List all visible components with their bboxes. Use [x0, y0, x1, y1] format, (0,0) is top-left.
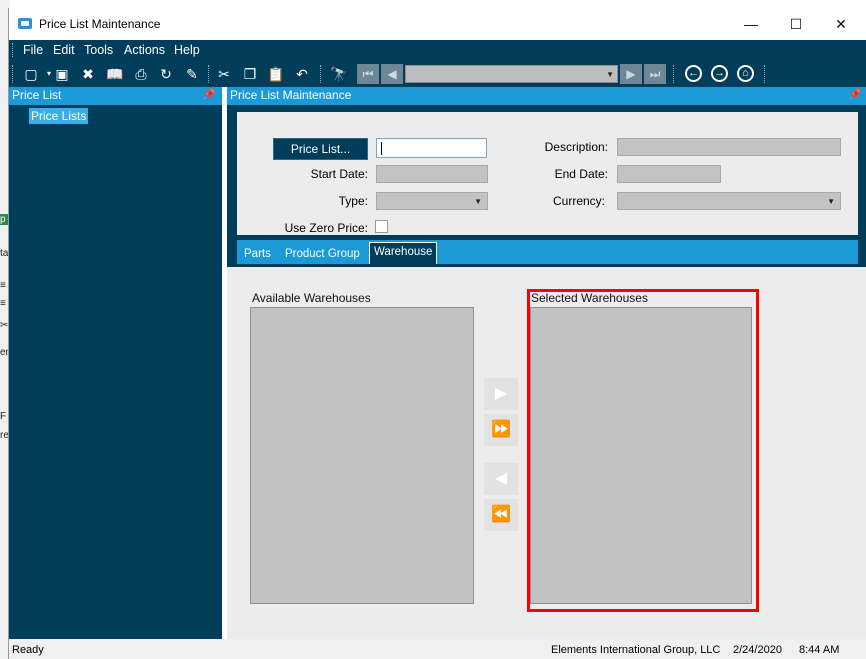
left-panel: Price List 📌 Price Lists: [9, 87, 222, 639]
refresh-icon[interactable]: ↻: [156, 64, 176, 84]
app-icon: [18, 18, 32, 29]
background-fragment: ≡: [0, 298, 6, 309]
home-icon[interactable]: ⌂: [737, 65, 754, 82]
title-bar: Price List Maintenance — ☐ ✕: [9, 8, 866, 40]
book-icon[interactable]: 📖: [105, 64, 125, 84]
use-zero-price-label: Use Zero Price:: [284, 221, 368, 235]
chevron-down-icon: ▼: [474, 197, 482, 206]
tab-bar: Parts Product Group Warehouse: [237, 240, 858, 264]
description-label: Description:: [544, 140, 608, 154]
toolbar-grip[interactable]: [12, 65, 14, 83]
app-window: Price List Maintenance — ☐ ✕ File Edit T…: [8, 8, 866, 659]
menu-grip[interactable]: [12, 43, 14, 57]
currency-select[interactable]: ▼: [617, 192, 841, 210]
tab-product-group[interactable]: Product Group: [285, 248, 360, 260]
available-warehouses-label: Available Warehouses: [252, 291, 371, 305]
forward-icon[interactable]: →: [711, 65, 728, 82]
tree-item-price-lists[interactable]: Price Lists: [29, 108, 89, 124]
undo-icon[interactable]: ↶: [292, 64, 312, 84]
close-button[interactable]: ✕: [819, 8, 863, 40]
last-record-icon[interactable]: ⏭: [644, 64, 666, 84]
menu-edit[interactable]: Edit: [53, 43, 75, 57]
currency-label: Currency:: [552, 194, 605, 208]
pin-icon[interactable]: 📌: [848, 87, 862, 104]
right-panel-title: Price List Maintenance: [230, 88, 352, 102]
toolbar-separator: [208, 65, 209, 83]
toolbar-separator: [764, 65, 765, 83]
chevron-down-icon: ▼: [827, 197, 835, 206]
paste-icon[interactable]: 📋: [266, 64, 286, 84]
background-fragment: ≡: [0, 280, 6, 291]
background-fragment: F: [0, 411, 7, 422]
menu-tools[interactable]: Tools: [84, 43, 113, 57]
maximize-button[interactable]: ☐: [774, 8, 818, 40]
end-date-field[interactable]: [617, 165, 721, 183]
chevron-down-icon: ▼: [606, 70, 614, 79]
status-time: 8:44 AM: [799, 644, 840, 656]
move-all-left-button[interactable]: ⏪: [484, 499, 518, 531]
price-list-button[interactable]: Price List...: [273, 138, 368, 160]
start-date-field[interactable]: [376, 165, 488, 183]
toolbar-separator: [320, 65, 321, 83]
tab-parts[interactable]: Parts: [244, 248, 271, 260]
available-warehouses-list[interactable]: [250, 307, 474, 604]
cut-icon[interactable]: ✂: [214, 64, 234, 84]
use-zero-price-checkbox[interactable]: [375, 220, 388, 233]
status-text: Ready: [12, 644, 44, 656]
window-title: Price List Maintenance: [39, 17, 161, 31]
save-icon[interactable]: ▣: [52, 64, 72, 84]
left-panel-header: Price List 📌: [9, 87, 222, 105]
prev-record-icon[interactable]: ◀: [381, 64, 403, 84]
end-date-label: End Date:: [554, 167, 608, 181]
tab-warehouse[interactable]: Warehouse: [369, 242, 438, 264]
minimize-button[interactable]: —: [729, 8, 773, 40]
search-icon[interactable]: 🔭: [329, 64, 349, 84]
menu-help[interactable]: Help: [174, 43, 200, 57]
header-form: Price List... Start Date: Type: ▼ Use Ze…: [237, 112, 858, 235]
delete-icon[interactable]: ✖: [78, 64, 98, 84]
toolbar-separator: [673, 65, 674, 83]
status-bar: Ready Elements International Group, LLC …: [9, 639, 866, 659]
status-company: Elements International Group, LLC: [551, 644, 721, 656]
type-label: Type:: [338, 194, 368, 208]
background-fragment: p: [0, 214, 8, 225]
highlight-box: [527, 289, 759, 612]
next-record-icon[interactable]: ▶: [620, 64, 642, 84]
new-icon[interactable]: ▢: [21, 64, 41, 84]
record-navigation-combo[interactable]: ▼: [405, 65, 618, 83]
start-date-label: Start Date:: [310, 167, 368, 181]
clear-icon[interactable]: ✎: [182, 64, 202, 84]
price-list-input[interactable]: [376, 138, 487, 158]
menu-file[interactable]: File: [23, 43, 43, 57]
right-panel-header: Price List Maintenance 📌: [227, 87, 866, 105]
first-record-icon[interactable]: ⏮: [357, 64, 379, 84]
move-all-right-button[interactable]: ⏩: [484, 414, 518, 446]
type-select[interactable]: ▼: [376, 192, 488, 210]
menu-actions[interactable]: Actions: [124, 43, 165, 57]
move-right-button[interactable]: ▶: [484, 378, 518, 410]
back-icon[interactable]: ←: [685, 65, 702, 82]
text-caret: [381, 142, 382, 155]
menu-bar: File Edit Tools Actions Help: [9, 40, 866, 60]
toolbar: ▢ ▾ ▣ ✖ 📖 ⎙ ↻ ✎ ✂ ❐ 📋 ↶ 🔭 ⏮ ◀ ▼ ▶ ⏭ ← → …: [9, 60, 866, 87]
move-left-button[interactable]: ◀: [484, 463, 518, 495]
left-panel-title: Price List: [12, 88, 62, 102]
pin-icon[interactable]: 📌: [202, 87, 216, 104]
status-date: 2/24/2020: [733, 644, 782, 656]
copy-icon[interactable]: ❐: [240, 64, 260, 84]
right-panel: Price List Maintenance 📌 Price List... S…: [227, 87, 866, 639]
attach-icon[interactable]: ⎙: [131, 64, 151, 84]
description-field[interactable]: [617, 138, 841, 156]
